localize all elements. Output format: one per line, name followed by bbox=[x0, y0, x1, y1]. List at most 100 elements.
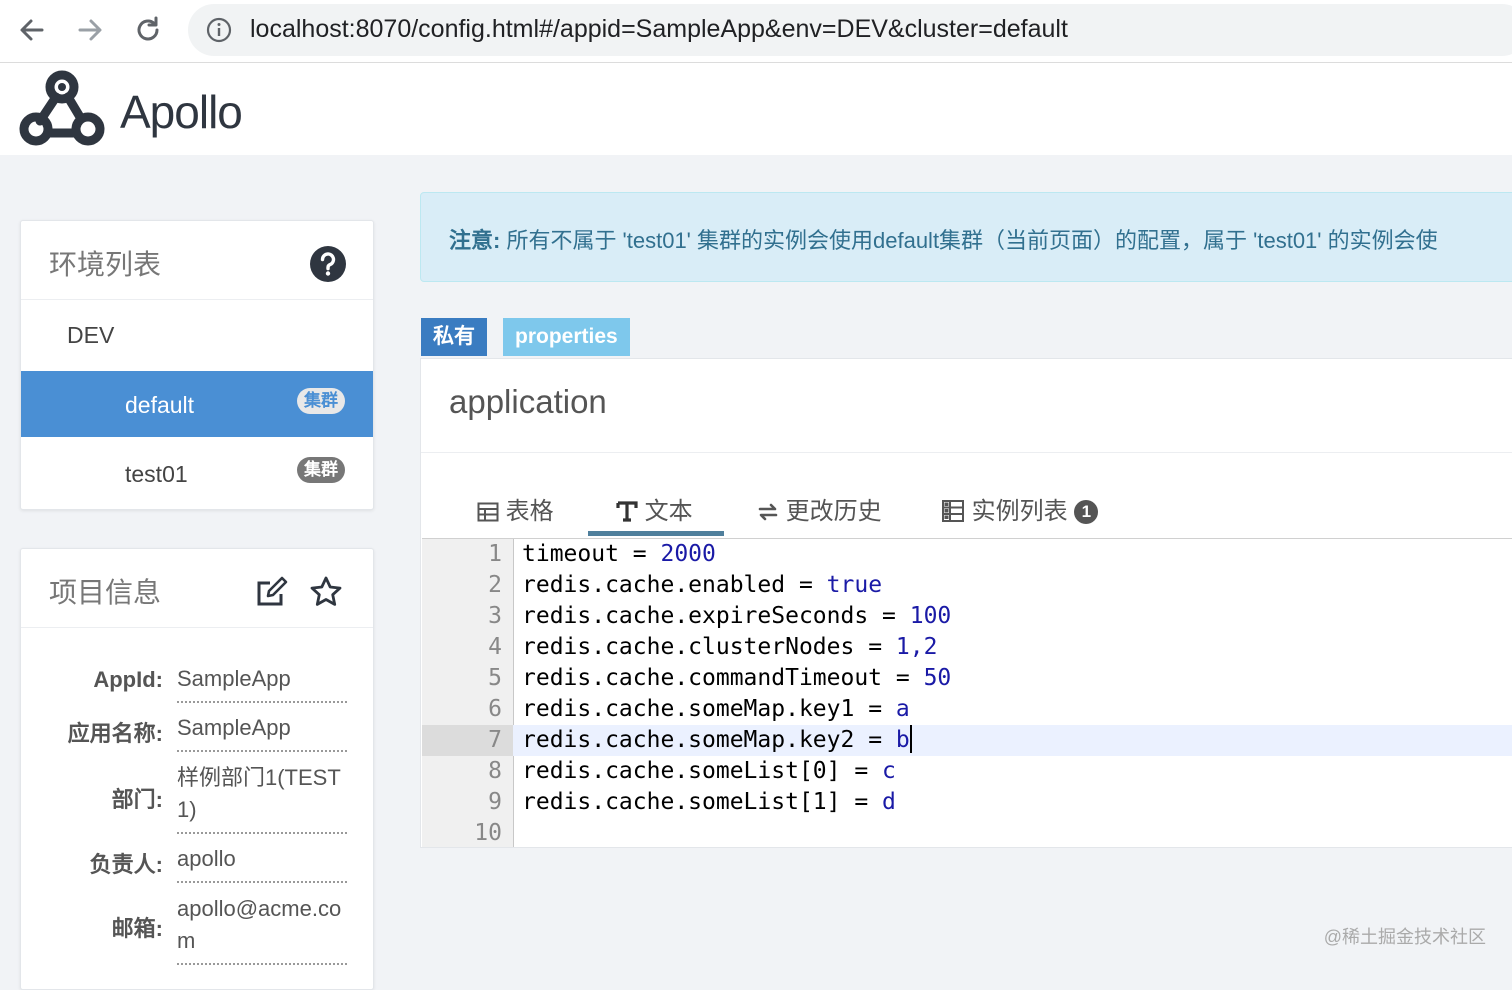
code-line[interactable]: 4 redis.cache.clusterNodes = 1,2 bbox=[422, 632, 1512, 663]
equals-sign: = bbox=[840, 789, 883, 815]
config-value: 100 bbox=[909, 603, 952, 629]
config-key: redis.cache.someList[1] bbox=[522, 789, 841, 815]
info-label: 负责人: bbox=[89, 852, 163, 877]
code-line[interactable]: 2 redis.cache.enabled = true bbox=[422, 570, 1512, 601]
env-panel-header: 环境列表 bbox=[21, 221, 373, 300]
history-icon bbox=[758, 503, 778, 521]
config-key: redis.cache.enabled bbox=[522, 572, 786, 598]
equals-sign: = bbox=[868, 603, 910, 629]
equals-sign: = bbox=[854, 727, 896, 753]
tab-table[interactable]: 表格 bbox=[477, 491, 554, 531]
code-text[interactable]: redis.cache.expireSeconds = 100 bbox=[522, 601, 951, 632]
info-value: 样例部门1(TEST1) bbox=[177, 762, 347, 834]
cluster-badge: 集群 bbox=[297, 388, 345, 414]
config-key: redis.cache.someList[0] bbox=[522, 758, 841, 784]
edit-icon[interactable] bbox=[255, 575, 289, 609]
code-line[interactable]: 8 redis.cache.someList[0] = c bbox=[422, 756, 1512, 787]
info-label: 部门: bbox=[111, 787, 163, 812]
code-line[interactable]: 10 bbox=[422, 818, 1512, 849]
code-text[interactable]: redis.cache.someMap.key2 = b bbox=[522, 725, 912, 756]
code-text[interactable]: redis.cache.clusterNodes = 1,2 bbox=[522, 632, 937, 663]
config-value: c bbox=[882, 758, 896, 784]
code-line[interactable]: 5 redis.cache.commandTimeout = 50 bbox=[422, 663, 1512, 694]
tab-text[interactable]: 文本 bbox=[616, 491, 693, 531]
alert-body: 所有不属于 'test01' 集群的实例会使用default集群（当前页面）的配… bbox=[500, 228, 1438, 253]
code-text[interactable]: redis.cache.commandTimeout = 50 bbox=[522, 663, 951, 694]
instance-list-icon bbox=[942, 500, 964, 522]
code-text[interactable]: redis.cache.someMap.key1 = a bbox=[522, 694, 910, 725]
equals-sign: = bbox=[618, 541, 661, 567]
project-panel-title: 项目信息 bbox=[49, 577, 162, 608]
equals-sign: = bbox=[882, 665, 924, 691]
line-number: 10 bbox=[474, 820, 502, 846]
line-number: 6 bbox=[488, 696, 502, 722]
config-key: redis.cache.commandTimeout bbox=[522, 665, 883, 691]
app-name[interactable]: Apollo bbox=[120, 85, 243, 139]
info-label: 应用名称: bbox=[67, 721, 163, 746]
line-number: 8 bbox=[488, 758, 502, 784]
equals-sign: = bbox=[840, 758, 883, 784]
tab-label: 更改历史 bbox=[785, 498, 882, 525]
tab-instances[interactable]: 实例列表 1 bbox=[941, 491, 1099, 531]
text-format-icon bbox=[616, 501, 638, 522]
cluster-item-test01[interactable]: test01 集群 bbox=[21, 440, 373, 506]
alert-text: 注意: 所有不属于 'test01' 集群的实例会使用default集群（当前页… bbox=[449, 223, 1438, 255]
line-number: 4 bbox=[488, 634, 502, 660]
equals-sign: = bbox=[854, 634, 896, 660]
env-item-dev[interactable]: DEV bbox=[21, 301, 373, 367]
star-icon[interactable] bbox=[309, 575, 343, 609]
code-line[interactable]: 3 redis.cache.expireSeconds = 100 bbox=[422, 601, 1512, 632]
code-line[interactable]: 1 timeout = 2000 bbox=[422, 539, 1512, 570]
cluster-name: default bbox=[125, 392, 195, 418]
line-number: 5 bbox=[488, 665, 502, 691]
project-info-panel: 项目信息 AppId: SampleApp 应用名称: SampleApp 部门… bbox=[20, 548, 374, 990]
watermark: @稀土掘金技术社区 bbox=[1323, 927, 1486, 947]
reload-icon[interactable] bbox=[130, 12, 166, 48]
cluster-name: test01 bbox=[125, 461, 188, 487]
cluster-item-default[interactable]: default 集群 bbox=[21, 371, 373, 437]
config-key: redis.cache.expireSeconds bbox=[522, 603, 869, 629]
env-panel-title: 环境列表 bbox=[49, 249, 162, 280]
config-value: d bbox=[882, 789, 896, 815]
line-number: 1 bbox=[488, 541, 502, 567]
env-name: DEV bbox=[67, 322, 115, 348]
line-number: 9 bbox=[488, 789, 502, 815]
tab-label: 表格 bbox=[505, 498, 554, 525]
code-text[interactable]: redis.cache.someList[0] = c bbox=[522, 756, 896, 787]
namespace-format-tag: properties bbox=[503, 318, 630, 356]
code-text[interactable]: timeout = 2000 bbox=[522, 539, 716, 570]
url-text[interactable]: localhost:8070/config.html#/appid=Sample… bbox=[250, 15, 1068, 44]
config-text-editor[interactable]: 1 timeout = 2000 2 redis.cache.enabled = tr… bbox=[422, 538, 1512, 847]
tab-history[interactable]: 更改历史 bbox=[757, 491, 882, 531]
code-text[interactable]: redis.cache.enabled = true bbox=[522, 570, 882, 601]
help-icon[interactable] bbox=[309, 245, 347, 283]
line-number: 3 bbox=[488, 603, 502, 629]
code-text[interactable]: redis.cache.someList[1] = d bbox=[522, 787, 896, 818]
forward-arrow-icon[interactable] bbox=[72, 12, 108, 48]
back-arrow-icon[interactable] bbox=[14, 12, 50, 48]
line-number: 7 bbox=[422, 725, 513, 756]
equals-sign: = bbox=[854, 696, 896, 722]
config-key: redis.cache.someMap.key2 bbox=[522, 727, 855, 753]
code-line[interactable]: 7 redis.cache.someMap.key2 = b bbox=[422, 725, 1512, 756]
config-key: redis.cache.someMap.key1 bbox=[522, 696, 855, 722]
address-bar[interactable]: localhost:8070/config.html#/appid=Sample… bbox=[188, 4, 1512, 56]
config-key: redis.cache.clusterNodes bbox=[522, 634, 855, 660]
instance-count-badge: 1 bbox=[1074, 500, 1099, 524]
info-label: 邮箱: bbox=[111, 916, 163, 941]
info-icon[interactable] bbox=[206, 17, 232, 43]
info-label: AppId: bbox=[93, 667, 163, 692]
code-line[interactable]: 9 redis.cache.someList[1] = d bbox=[422, 787, 1512, 818]
info-value: apollo@acme.com bbox=[177, 893, 347, 965]
alert-prefix: 注意: bbox=[449, 228, 501, 253]
config-value: a bbox=[895, 696, 910, 722]
namespace-scope-tag: 私有 bbox=[421, 318, 487, 356]
config-key: timeout bbox=[522, 541, 619, 567]
namespace-title: application bbox=[449, 383, 607, 420]
cluster-notice-alert: 注意: 所有不属于 'test01' 集群的实例会使用default集群（当前页… bbox=[420, 192, 1512, 282]
apollo-logo-icon[interactable] bbox=[16, 67, 110, 153]
table-icon bbox=[477, 502, 499, 522]
tab-label: 文本 bbox=[644, 498, 693, 525]
code-line[interactable]: 6 redis.cache.someMap.key1 = a bbox=[422, 694, 1512, 725]
text-cursor bbox=[909, 725, 912, 753]
